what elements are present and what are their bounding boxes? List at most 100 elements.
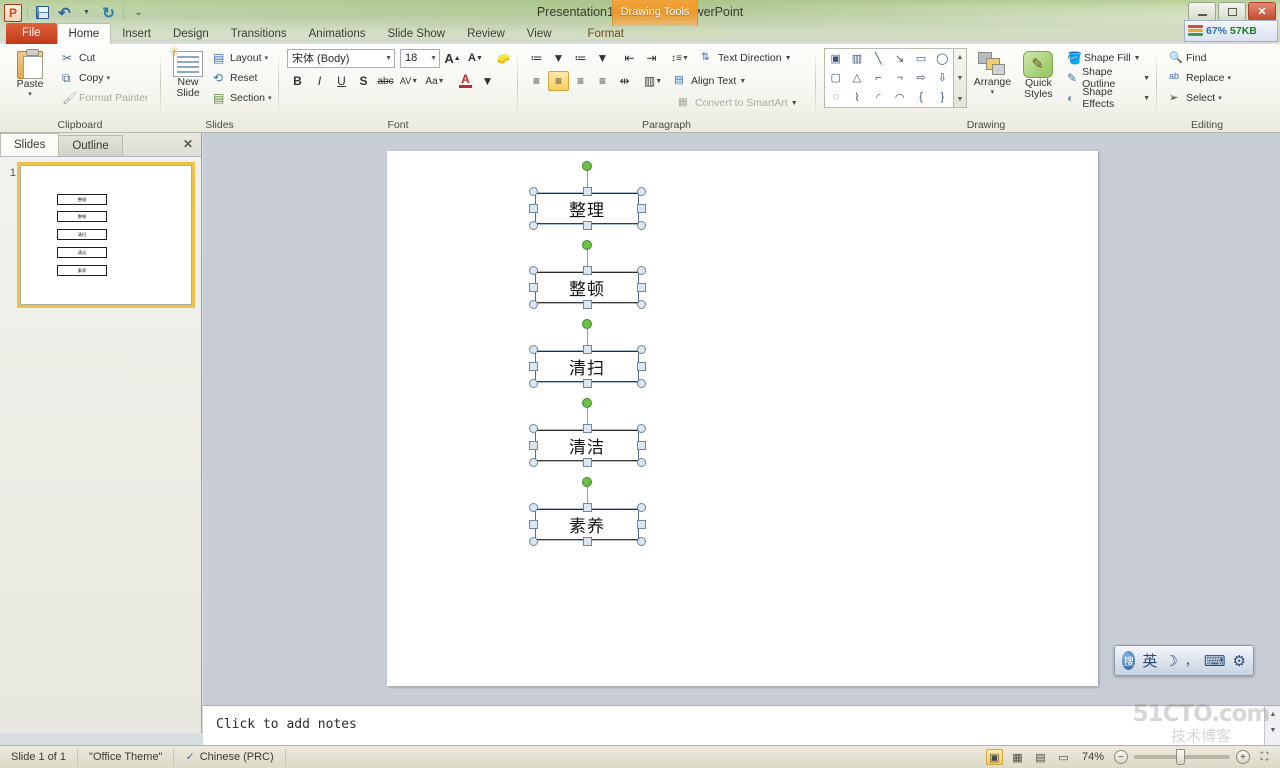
shape-arc-icon[interactable]: ◜ xyxy=(876,91,880,104)
align-center-button[interactable]: ≡ xyxy=(548,71,569,91)
close-panel-icon[interactable]: ✕ xyxy=(183,137,193,151)
resize-handle-w[interactable] xyxy=(529,362,538,371)
resize-handle-s[interactable] xyxy=(583,379,592,388)
justify-button[interactable]: ≡ xyxy=(592,71,613,91)
tab-transitions[interactable]: Transitions xyxy=(220,25,298,44)
resize-handle-nw[interactable] xyxy=(529,266,538,275)
ribbon-tabs[interactable]: File Home Insert Design Transitions Anim… xyxy=(0,23,1280,44)
character-spacing-button[interactable]: AV ▼ xyxy=(397,71,421,91)
layout-dropdown-icon[interactable]: ▾ xyxy=(265,54,269,62)
redo-icon[interactable]: ↻ xyxy=(99,3,118,22)
align-text-dropdown-icon[interactable]: ▼ xyxy=(739,78,746,85)
strikethrough-button[interactable]: abc xyxy=(375,71,396,91)
resize-handle-s[interactable] xyxy=(583,221,592,230)
gallery-scroll-down-icon[interactable]: ▼ xyxy=(952,70,968,86)
font-size-dropdown-icon[interactable]: ▼ xyxy=(430,55,437,62)
tab-file[interactable]: File xyxy=(6,23,57,44)
quick-styles-button[interactable]: Quick Styles xyxy=(1018,48,1059,100)
notes-pane[interactable]: Click to add notes ▲ ▼ xyxy=(203,705,1280,746)
columns-button[interactable]: ▥ ▼ xyxy=(641,71,665,91)
rotate-handle[interactable] xyxy=(582,161,592,171)
view-slide-show-button[interactable]: ▭ xyxy=(1055,749,1072,765)
select-dropdown-icon[interactable]: ▾ xyxy=(1218,94,1222,102)
zoom-slider[interactable] xyxy=(1134,749,1230,765)
align-left-button[interactable]: ≡ xyxy=(526,71,547,91)
rotate-handle[interactable] xyxy=(582,319,592,329)
tab-insert[interactable]: Insert xyxy=(111,25,162,44)
download-progress-overlay[interactable]: 67% 57KB xyxy=(1184,20,1278,42)
resize-handle-ne[interactable] xyxy=(637,345,646,354)
font-family-input[interactable]: 宋体 (Body) ▼ xyxy=(287,48,395,68)
font-family-dropdown-icon[interactable]: ▼ xyxy=(385,55,392,62)
tab-slide-show[interactable]: Slide Show xyxy=(377,25,457,44)
slides-panel-tabs[interactable]: Slides Outline ✕ xyxy=(0,133,201,157)
shape-rectangle-icon[interactable]: ▭ xyxy=(916,52,926,65)
shape-triangle-icon[interactable]: △ xyxy=(853,71,861,84)
resize-handle-w[interactable] xyxy=(529,520,538,529)
shape-left-brace-icon[interactable]: { xyxy=(919,91,923,103)
ime-settings-icon[interactable]: ⚙ xyxy=(1233,652,1246,670)
tab-slides[interactable]: Slides xyxy=(0,133,60,156)
gallery-scroll-up-icon[interactable]: ▲ xyxy=(952,49,968,65)
align-right-button[interactable]: ≡ xyxy=(570,71,591,91)
view-normal-button[interactable]: ▣ xyxy=(985,749,1003,765)
section-dropdown-icon[interactable]: ▾ xyxy=(268,94,272,102)
zoom-out-button[interactable]: − xyxy=(1114,750,1128,764)
resize-handle-ne[interactable] xyxy=(637,187,646,196)
status-theme[interactable]: "Office Theme" xyxy=(78,748,175,766)
copy-dropdown-icon[interactable]: ▾ xyxy=(107,74,111,82)
resize-handle-sw[interactable] xyxy=(529,221,538,230)
shapes-gallery[interactable]: ▣ ▥ ╲ ↘ ▭ ◯ ▢ △ ⌐ ¬ ⇨ ⇩ ◌ ⌇ ◜ ◠ {} xyxy=(824,48,954,108)
change-case-button[interactable]: Aa ▼ xyxy=(422,71,448,91)
underline-button[interactable]: U xyxy=(331,71,352,91)
shape-effects-dropdown-icon[interactable]: ▼ xyxy=(1143,95,1150,102)
shrink-font-button[interactable]: A ▼ xyxy=(465,48,486,68)
rotate-handle[interactable] xyxy=(582,477,592,487)
resize-handle-se[interactable] xyxy=(637,221,646,230)
rotate-handle[interactable] xyxy=(582,398,592,408)
notes-scrollbar[interactable]: ▲ ▼ xyxy=(1264,706,1280,746)
shape-arrow-icon[interactable]: ↘ xyxy=(895,52,904,65)
resize-handle-nw[interactable] xyxy=(529,187,538,196)
font-color-button[interactable]: A xyxy=(455,72,476,91)
fit-to-window-button[interactable]: ⛶ xyxy=(1256,749,1273,765)
resize-handle-nw[interactable] xyxy=(529,424,538,433)
resize-handle-se[interactable] xyxy=(637,379,646,388)
customize-qat-icon[interactable]: ⌄ xyxy=(129,3,148,22)
slide-shape-4[interactable]: 清洁 xyxy=(535,430,639,461)
save-icon[interactable] xyxy=(33,3,52,22)
minimize-button[interactable] xyxy=(1188,2,1216,21)
section-button[interactable]: ▤ Section ▾ xyxy=(211,88,274,108)
view-reading-button[interactable]: ▤ xyxy=(1032,749,1049,765)
slide-thumbnail-1[interactable]: 整理 整顿 清扫 清洁 素养 xyxy=(17,162,195,308)
shape-line-icon[interactable]: ╲ xyxy=(875,52,882,65)
convert-to-smartart-button[interactable]: ▦ Convert to SmartArt ▼ xyxy=(676,93,800,113)
resize-handle-e[interactable] xyxy=(637,441,646,450)
resize-handle-w[interactable] xyxy=(529,283,538,292)
resize-handle-sw[interactable] xyxy=(529,458,538,467)
slide-shape-1[interactable]: 整理 xyxy=(535,193,639,224)
grow-font-button[interactable]: A ▲ xyxy=(442,48,463,68)
paste-dropdown-icon[interactable]: ▾ xyxy=(28,90,32,98)
resize-handle-se[interactable] xyxy=(637,300,646,309)
resize-handle-n[interactable] xyxy=(583,424,592,433)
resize-handle-ne[interactable] xyxy=(637,266,646,275)
resize-handle-s[interactable] xyxy=(583,458,592,467)
replace-button[interactable]: ab Replace ▾ xyxy=(1167,68,1233,88)
resize-handle-e[interactable] xyxy=(637,362,646,371)
layout-button[interactable]: ▤ Layout ▾ xyxy=(211,48,274,68)
cut-button[interactable]: ✂ Cut xyxy=(60,48,150,68)
shape-elbow-icon[interactable]: ⌐ xyxy=(875,72,881,84)
shapes-gallery-scrollbar[interactable]: ▲ ▼ ▼ xyxy=(954,48,967,108)
notes-placeholder[interactable]: Click to add notes xyxy=(212,712,1252,738)
resize-handle-n[interactable] xyxy=(583,503,592,512)
notes-scroll-down-icon[interactable]: ▼ xyxy=(1265,722,1280,738)
resize-handle-ne[interactable] xyxy=(637,424,646,433)
ime-punctuation-icon[interactable]: ， xyxy=(1185,652,1197,669)
find-button[interactable]: 🔍 Find xyxy=(1167,48,1233,68)
thumbnail-row[interactable]: 1 整理 整顿 清扫 清洁 素养 xyxy=(6,162,195,308)
font-size-input[interactable]: 18 ▼ xyxy=(400,48,440,68)
shape-elbow-arrow-icon[interactable]: ¬ xyxy=(896,72,902,84)
italic-button[interactable]: I xyxy=(309,71,330,91)
arrange-button[interactable]: Arrange ▾ xyxy=(971,48,1014,96)
